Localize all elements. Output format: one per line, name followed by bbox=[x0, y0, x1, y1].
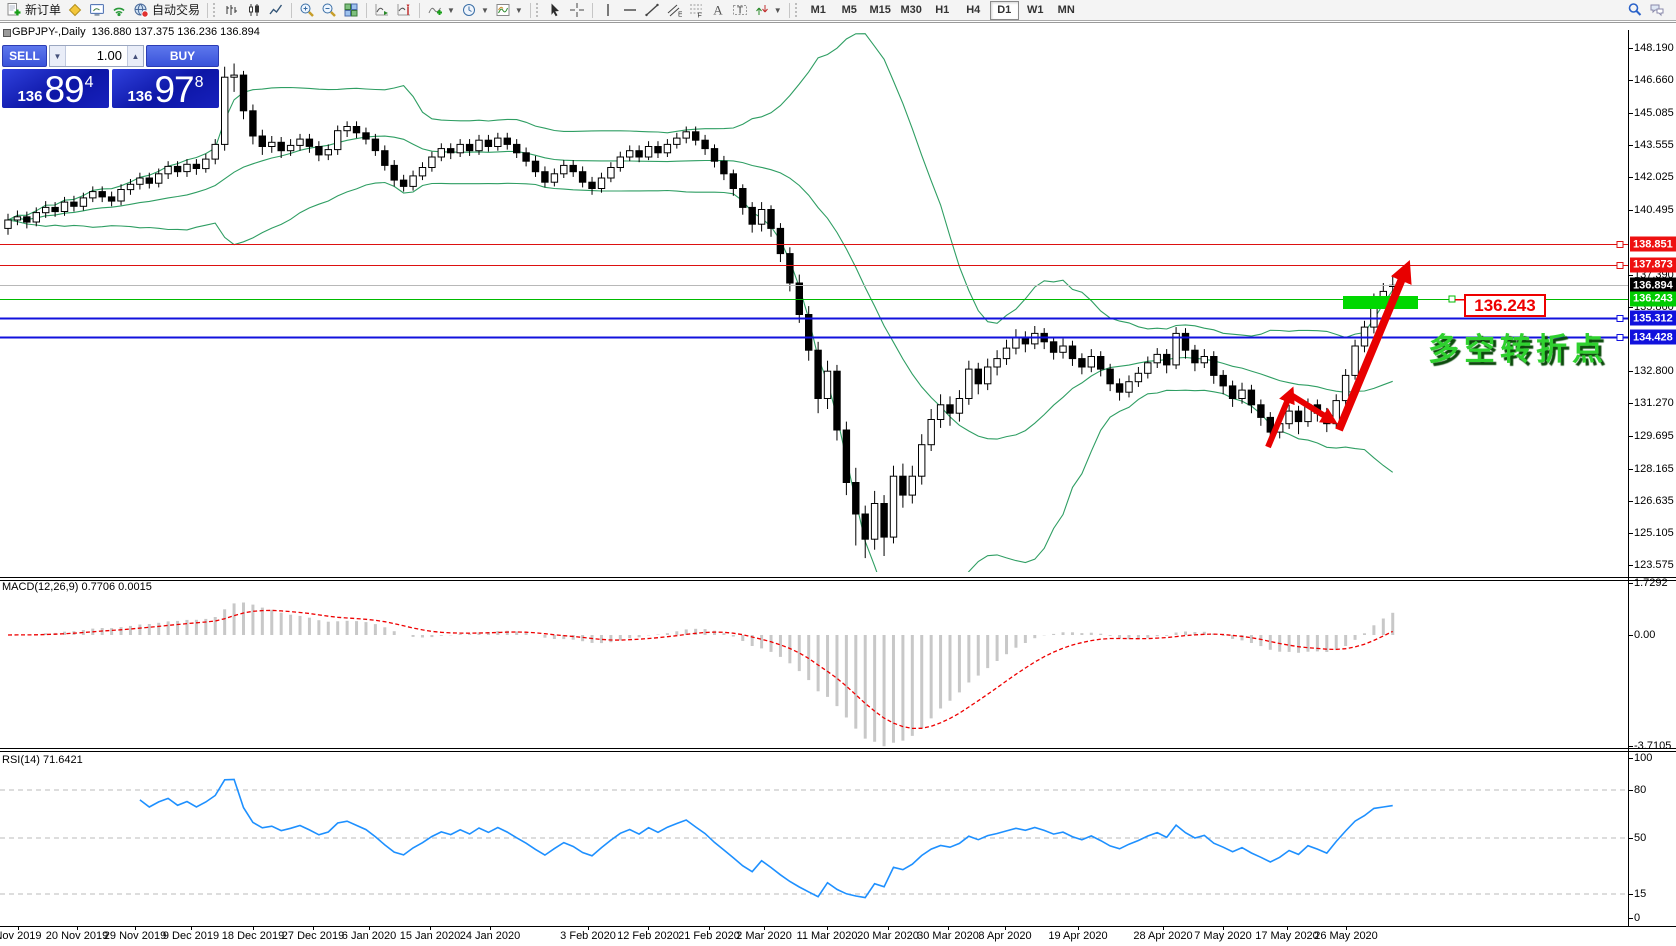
rsi-axis-tick: 80 bbox=[1634, 784, 1647, 796]
rsi-pane bbox=[0, 778, 1628, 899]
date-axis-label: 26 May 2020 bbox=[1314, 930, 1378, 942]
price-axis-tick: 145.085 bbox=[1634, 107, 1674, 120]
price-annotation-label[interactable]: 136.243 bbox=[1464, 294, 1546, 317]
price-axis-tick: 129.695 bbox=[1634, 430, 1674, 443]
price-axis-tick: 125.105 bbox=[1634, 526, 1674, 539]
main-pane bbox=[4, 33, 1397, 572]
buy-price-pip: 8 bbox=[194, 74, 204, 91]
date-axis-label: 7 May 2020 bbox=[1194, 930, 1252, 942]
date-axis-label: 18 Dec 2019 bbox=[221, 930, 285, 942]
mt4-window: 新订单 自动交易 ▼ ▼ ▼ E F A T ▼ M1 M5 M15 M30 H1 H4 D1 W1 MN GBPJ… bbox=[0, 0, 1676, 946]
date-axis-label: 3 Feb 2020 bbox=[560, 930, 616, 942]
price-axis-tick: 126.635 bbox=[1634, 494, 1674, 507]
date-axis-label: 24 Jan 2020 bbox=[459, 930, 521, 942]
price-axis-tick: 132.800 bbox=[1634, 365, 1674, 378]
macd-histogram bbox=[15, 602, 1395, 747]
one-click-trading-panel: SELL ▼ 1.00 ▲ BUY 136 89 4 136 97 8 bbox=[2, 45, 219, 108]
price-axis-badge: 137.873 bbox=[1630, 257, 1676, 273]
volume-decrease-button[interactable]: ▼ bbox=[50, 46, 66, 66]
price-axis-badge: 136.243 bbox=[1630, 291, 1676, 307]
sell-price-main: 89 bbox=[44, 68, 84, 110]
macd-axis-tick: 1.7292 bbox=[1634, 577, 1668, 590]
date-axis-label: 17 May 2020 bbox=[1255, 930, 1319, 942]
price-axis-tick: 140.495 bbox=[1634, 203, 1674, 216]
sell-price-pip: 4 bbox=[84, 74, 94, 91]
bollinger-middle-band bbox=[7, 135, 1393, 440]
highlight-rectangle[interactable] bbox=[1343, 296, 1418, 309]
rsi-axis-tick: 15 bbox=[1634, 888, 1647, 900]
pane-borders bbox=[0, 22, 1676, 930]
price-axis-tick: 128.165 bbox=[1634, 462, 1674, 475]
sell-button[interactable]: SELL bbox=[2, 45, 47, 67]
date-axis-label: 27 Dec 2019 bbox=[281, 930, 345, 942]
date-axis-label: 12 Feb 2020 bbox=[617, 930, 679, 942]
volume-input[interactable]: 1.00 bbox=[66, 46, 127, 66]
rsi-axis-tick: 100 bbox=[1634, 752, 1653, 764]
macd-axis-tick: -3.7105 bbox=[1634, 740, 1672, 753]
candles bbox=[4, 63, 1397, 559]
buy-price-main: 97 bbox=[154, 68, 194, 110]
price-axis-tick: 131.270 bbox=[1634, 397, 1674, 410]
sell-price-display[interactable]: 136 89 4 bbox=[2, 69, 109, 108]
date-axis-label: 20 Mar 2020 bbox=[857, 930, 919, 942]
buy-price-big-figure: 136 bbox=[127, 87, 153, 105]
date-axis-label: 11 Mar 2020 bbox=[796, 930, 858, 942]
rsi-axis-tick: 50 bbox=[1634, 832, 1647, 844]
macd-axis-tick: 0.00 bbox=[1634, 629, 1656, 641]
price-axis-tick: 148.190 bbox=[1634, 42, 1674, 54]
date-axis-label: 9 Dec 2019 bbox=[162, 930, 220, 942]
rsi-axis-tick: 0 bbox=[1634, 912, 1641, 924]
chart-symbol-title: GBPJPY-,Daily 136.880 137.375 136.236 13… bbox=[12, 26, 260, 38]
price-axis-tick: 143.555 bbox=[1634, 139, 1674, 152]
date-axis-label: 30 Mar 2020 bbox=[917, 930, 979, 942]
date-axis-label: 28 Apr 2020 bbox=[1133, 930, 1193, 942]
date-axis-label: 19 Apr 2020 bbox=[1048, 930, 1108, 942]
date-axis-label: 6 Jan 2020 bbox=[341, 930, 397, 942]
turning-point-note[interactable]: 多空转折点 bbox=[1428, 324, 1608, 369]
date-axis-label: 21 Feb 2020 bbox=[678, 930, 740, 942]
price-axis-badge: 138.851 bbox=[1630, 236, 1676, 252]
volume-increase-button[interactable]: ▲ bbox=[127, 46, 143, 66]
date-axis-label: Nov 2019 bbox=[0, 930, 42, 942]
volume-spinner[interactable]: ▼ 1.00 ▲ bbox=[49, 45, 144, 67]
buy-button[interactable]: BUY bbox=[146, 45, 219, 67]
price-axis-badge: 134.428 bbox=[1630, 329, 1676, 345]
buy-price-display[interactable]: 136 97 8 bbox=[112, 69, 219, 108]
sell-price-big-figure: 136 bbox=[17, 87, 43, 105]
price-axis-badge: 135.312 bbox=[1630, 310, 1676, 326]
price-axis-tick: 146.660 bbox=[1634, 74, 1674, 87]
macd-indicator-label: MACD(12,26,9) 0.7706 0.0015 bbox=[2, 581, 152, 593]
date-axis-label: 20 Nov 2019 bbox=[45, 930, 109, 942]
chart-canvas[interactable] bbox=[0, 0, 1676, 946]
date-axis-label: 2 Mar 2020 bbox=[736, 930, 792, 942]
price-axis-tick: 142.025 bbox=[1634, 171, 1674, 184]
date-axis-label: 15 Jan 2020 bbox=[399, 930, 461, 942]
rsi-indicator-label: RSI(14) 71.6421 bbox=[2, 754, 83, 766]
bollinger-lower-band bbox=[7, 181, 1394, 572]
date-axis-label: 8 Apr 2020 bbox=[978, 930, 1032, 942]
date-axis-label: 29 Nov 2019 bbox=[103, 930, 167, 942]
price-axis-tick: 123.575 bbox=[1634, 558, 1674, 571]
chart-symbol-icon bbox=[3, 29, 11, 37]
macd-pane bbox=[7, 602, 1395, 747]
